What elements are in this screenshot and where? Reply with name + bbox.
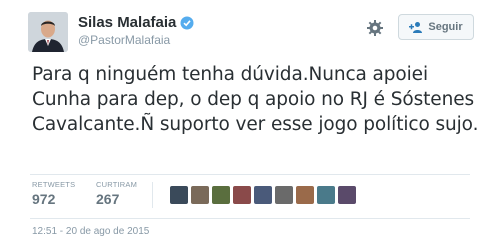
divider: [30, 218, 470, 219]
add-user-icon: [409, 22, 423, 33]
liker-avatar[interactable]: [338, 186, 356, 204]
liker-avatar[interactable]: [254, 186, 272, 204]
retweets-count: 972: [32, 191, 56, 207]
liker-avatar[interactable]: [191, 186, 209, 204]
user-avatar-image: [28, 12, 68, 52]
likers-list: [170, 186, 356, 204]
stats-separator: [152, 182, 153, 208]
gear-icon[interactable]: [366, 19, 384, 37]
liker-avatar[interactable]: [296, 186, 314, 204]
likes-label: CURTIRAM: [96, 180, 138, 189]
follow-button[interactable]: Seguir: [398, 14, 474, 40]
liker-avatar[interactable]: [275, 186, 293, 204]
avatar[interactable]: [28, 12, 68, 52]
liker-avatar[interactable]: [212, 186, 230, 204]
verified-badge-icon: [180, 16, 194, 29]
retweets-stat[interactable]: RETWEETS 972: [32, 180, 75, 207]
divider: [30, 174, 470, 175]
tweet-timestamp[interactable]: 12:51 - 20 de ago de 2015: [32, 226, 149, 237]
display-name[interactable]: Silas Malafaia: [78, 14, 194, 31]
likes-stat[interactable]: CURTIRAM 267: [96, 180, 137, 207]
display-name-text[interactable]: Silas Malafaia: [78, 14, 176, 31]
user-handle[interactable]: @PastorMalafaia: [78, 33, 170, 47]
follow-label: Seguir: [428, 21, 463, 33]
liker-avatar[interactable]: [233, 186, 251, 204]
liker-avatar[interactable]: [317, 186, 335, 204]
liker-avatar[interactable]: [170, 186, 188, 204]
retweets-label: RETWEETS: [32, 180, 76, 189]
tweet-text: Para q ninguém tenha dúvida.Nunca apoiei…: [32, 64, 479, 135]
likes-count: 267: [96, 191, 120, 207]
